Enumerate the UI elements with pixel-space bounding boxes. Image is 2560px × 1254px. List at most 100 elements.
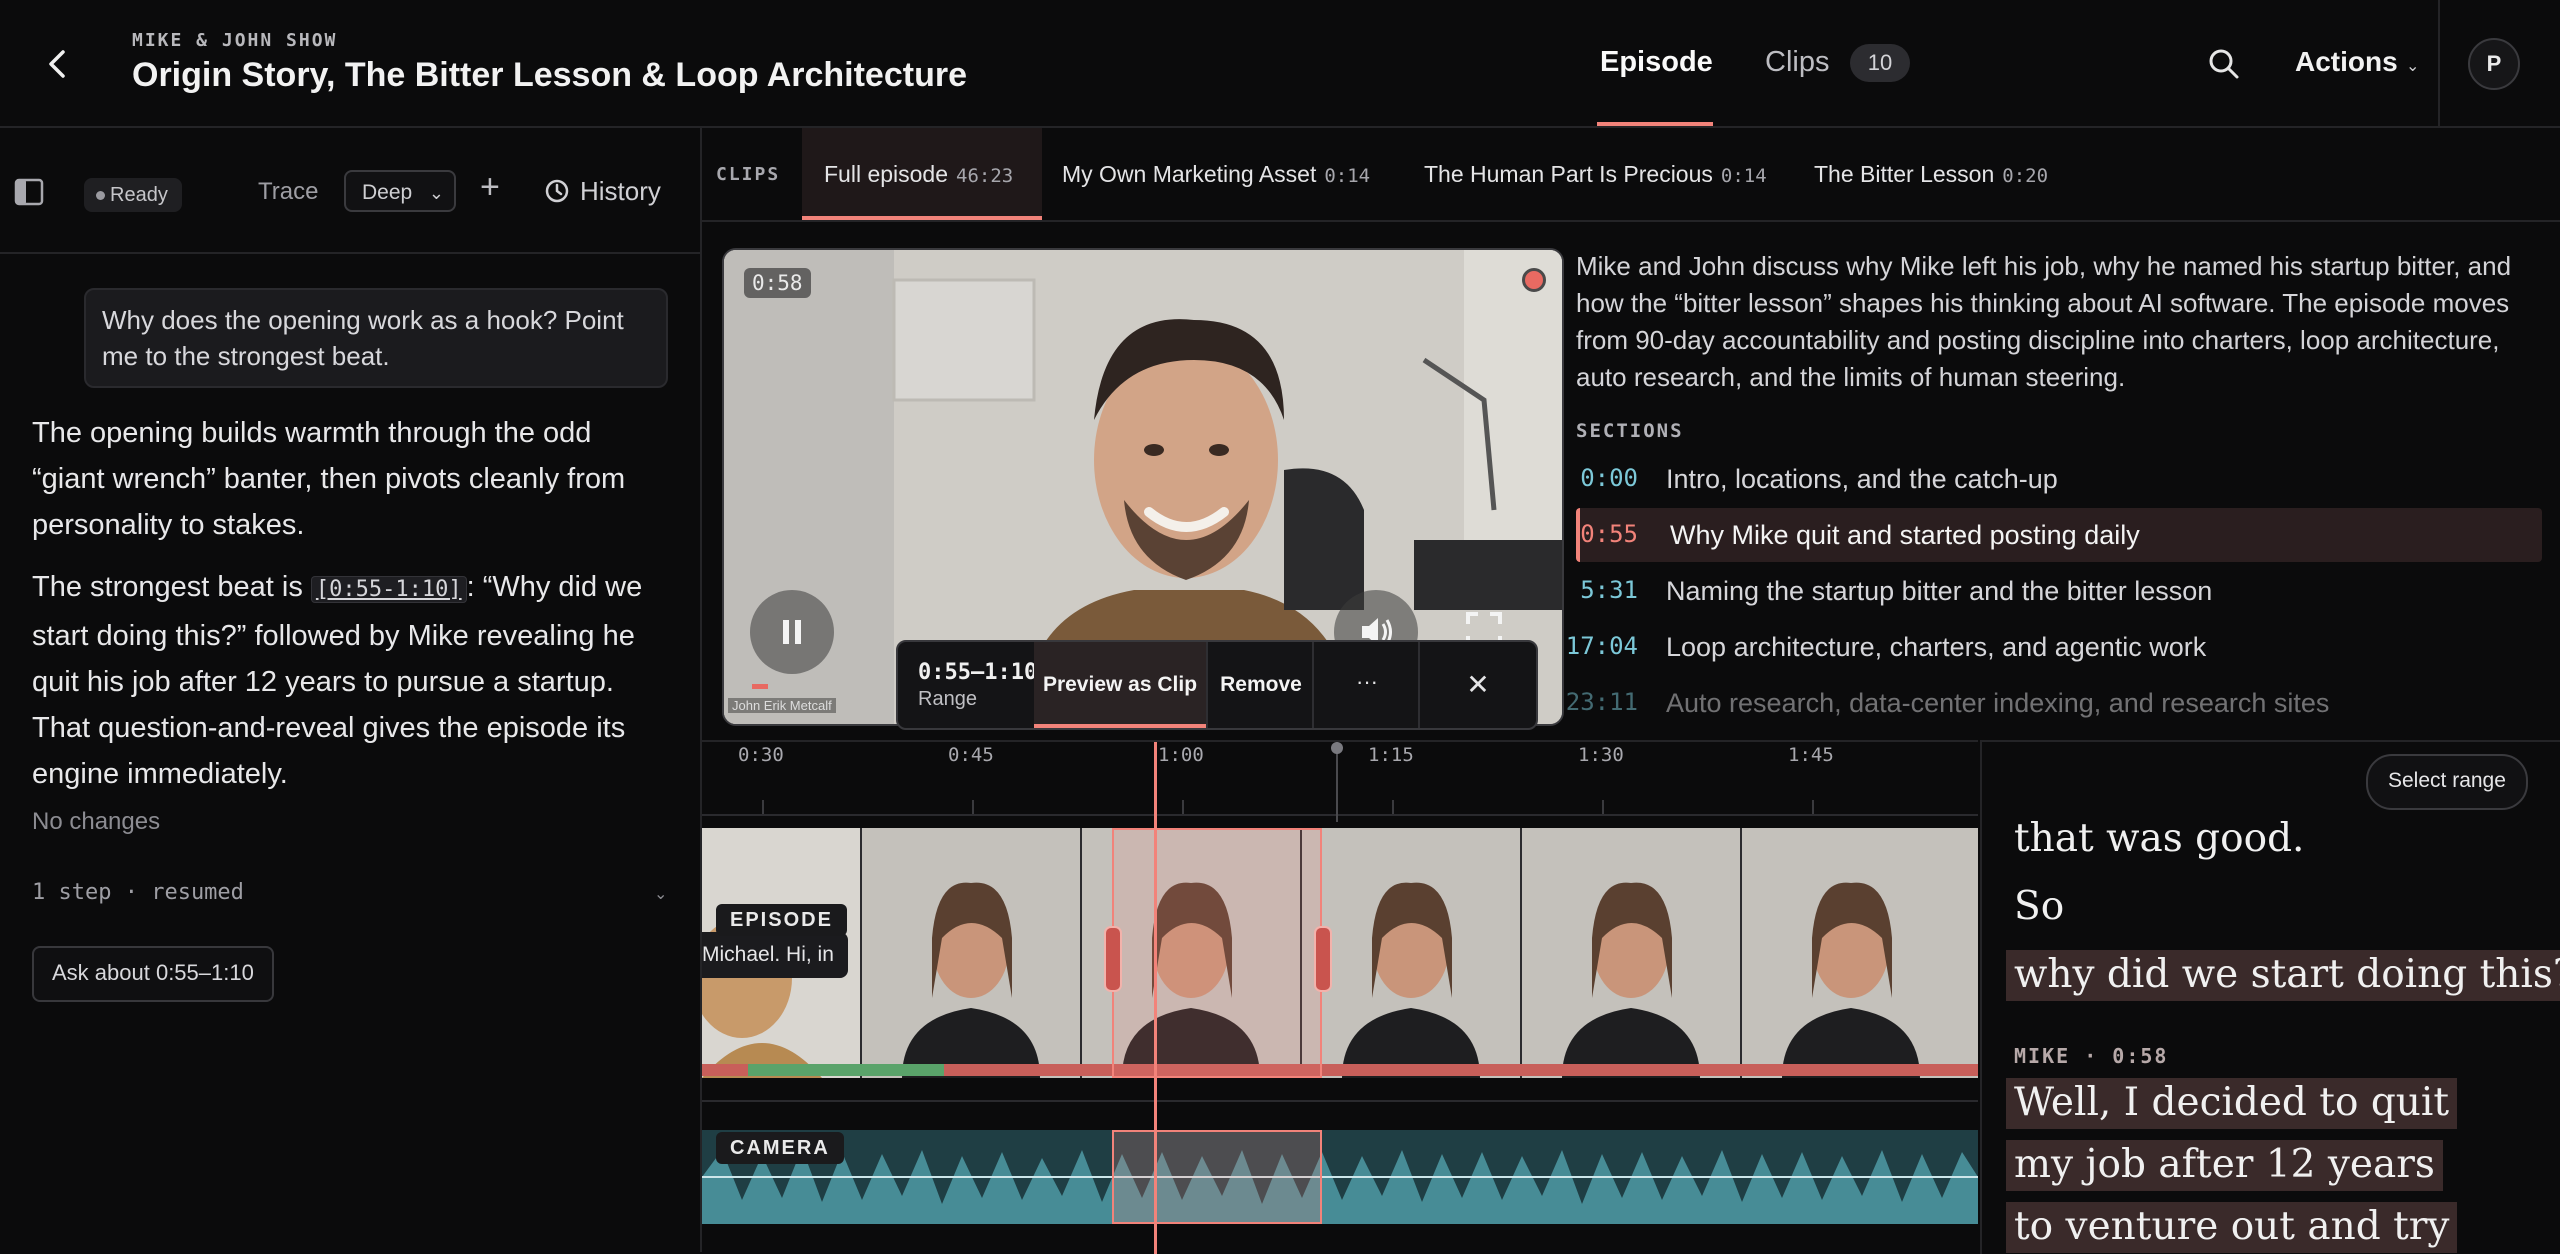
status-badge: Ready xyxy=(84,178,182,212)
sections-label: SECTIONS xyxy=(1576,420,1684,442)
section-row[interactable]: 17:04 Loop architecture, charters, and a… xyxy=(1566,620,2542,674)
camera-track-label: CAMERA xyxy=(716,1132,844,1164)
section-label: Why Mike quit and started posting daily xyxy=(1670,520,2140,550)
divider xyxy=(2438,0,2440,126)
timeline-ruler xyxy=(702,814,1978,816)
range-time: 0:55–1:10 xyxy=(918,660,1038,685)
status-dot xyxy=(96,191,105,200)
camera-name-label: John Erik Metcalf xyxy=(728,698,836,713)
episode-title: Origin Story, The Bitter Lesson & Loop A… xyxy=(132,56,967,94)
caption-snippet: Michael. Hi, in xyxy=(702,932,848,978)
clip-tab-name: The Human Part Is Precious xyxy=(1424,161,1713,187)
expand-steps-icon[interactable]: ⌄ xyxy=(654,884,667,904)
tick-label: 0:45 xyxy=(948,744,994,766)
status-text: Ready xyxy=(110,184,168,206)
new-thread-button[interactable]: + xyxy=(480,168,500,207)
timestamp-link[interactable]: [0:55-1:10] xyxy=(310,576,467,603)
show-name: MIKE & JOHN SHOW xyxy=(132,30,338,51)
episode-track[interactable]: Michael. Hi, in EPISODE xyxy=(702,828,1978,1078)
tick-label: 1:00 xyxy=(1158,744,1204,766)
plus-icon: + xyxy=(480,168,500,206)
close-popup-button[interactable]: ✕ xyxy=(1418,642,1536,728)
transcript-line[interactable]: that was good. xyxy=(2006,814,2312,865)
camera-track[interactable] xyxy=(702,1130,1978,1224)
search-icon xyxy=(2209,49,2239,79)
thumbnail-image xyxy=(862,828,1080,1078)
remove-range-button[interactable]: Remove xyxy=(1206,642,1314,728)
clip-tab[interactable]: The Bitter Lesson 0:20 xyxy=(1814,128,2048,220)
playhead[interactable] xyxy=(1154,742,1157,1254)
actions-menu-button[interactable]: Actions xyxy=(2295,46,2398,78)
section-label: Intro, locations, and the catch-up xyxy=(1666,464,2058,494)
chevron-down-icon: ⌄ xyxy=(2406,58,2420,75)
back-button[interactable] xyxy=(38,44,78,84)
section-row[interactable]: 23:11 Auto research, data-center indexin… xyxy=(1566,676,2542,730)
sidebar-toggle-button[interactable] xyxy=(14,178,44,206)
assistant-panel: Ready Trace Deep ⌄ + History Why does th… xyxy=(0,128,702,1252)
clip-tab-duration: 46:23 xyxy=(956,165,1014,187)
thumbnail-frame xyxy=(1522,828,1740,1078)
clip-tabs-bar: CLIPS Full episode 46:23 My Own Marketing… xyxy=(702,128,2560,222)
marker-icon[interactable] xyxy=(1331,742,1343,754)
transcript-line-highlighted[interactable]: why did we start doing this? xyxy=(2006,950,2560,1001)
history-label: History xyxy=(580,176,661,206)
clip-tab[interactable]: The Human Part Is Precious 0:14 xyxy=(1424,128,1767,220)
user-message: Why does the opening work as a hook? Poi… xyxy=(84,288,668,388)
section-row[interactable]: 0:00 Intro, locations, and the catch-up xyxy=(1576,452,2542,506)
speaker-bar-segment xyxy=(748,1064,944,1076)
range-start-handle[interactable] xyxy=(1104,926,1122,992)
tick-mark xyxy=(1392,800,1394,814)
selected-range[interactable] xyxy=(1112,828,1322,1078)
section-row-active[interactable]: 0:55 Why Mike quit and started posting d… xyxy=(1576,508,2542,562)
clip-tab-full-episode[interactable]: Full episode 46:23 xyxy=(802,128,1042,220)
section-label: Auto research, data-center indexing, and… xyxy=(1666,688,2330,718)
thumbnail-image xyxy=(1522,828,1740,1078)
trace-depth-select[interactable]: Deep ⌄ xyxy=(344,170,456,212)
trace-depth-value: Deep xyxy=(362,181,413,204)
user-avatar[interactable]: P xyxy=(2468,38,2520,90)
more-options-button[interactable]: ··· xyxy=(1312,642,1420,728)
transcript-line-highlighted[interactable]: Well, I decided to quit xyxy=(2006,1078,2458,1129)
clip-tab-name: The Bitter Lesson xyxy=(1814,161,1995,187)
active-tab-underline xyxy=(1597,122,1713,126)
tick-label: 0:30 xyxy=(738,744,784,766)
clip-tab-name: My Own Marketing Asset xyxy=(1062,161,1317,187)
tick-label: 1:15 xyxy=(1368,744,1414,766)
response-text: : “Why did we start doing this?” followe… xyxy=(32,571,643,790)
tab-clips[interactable]: Clips xyxy=(1765,46,1829,79)
timeline[interactable]: 0:30 0:45 1:00 1:15 1:30 1:45 Michael. H… xyxy=(702,740,1978,1254)
select-range-button[interactable]: Select range xyxy=(2366,754,2528,810)
section-label: Naming the startup bitter and the bitter… xyxy=(1666,576,2213,606)
episode-summary: Mike and John discuss why Mike left his … xyxy=(1576,251,2512,392)
range-end-handle[interactable] xyxy=(1314,926,1332,992)
clip-tab-duration: 0:14 xyxy=(1720,165,1767,187)
tick-mark xyxy=(1602,800,1604,814)
tick-label: 1:45 xyxy=(1788,744,1834,766)
range-popup: 0:55–1:10 Range Preview as Clip Remove ·… xyxy=(896,640,1538,730)
top-bar: MIKE & JOHN SHOW Origin Story, The Bitte… xyxy=(0,0,2560,128)
range-label: Range xyxy=(918,688,977,710)
ask-about-range-button[interactable]: Ask about 0:55–1:10 xyxy=(32,946,274,1002)
preview-as-clip-button[interactable]: Preview as Clip xyxy=(1034,642,1206,728)
thumbnail-frame xyxy=(1742,828,1978,1078)
section-time: 0:00 xyxy=(1580,464,1638,492)
video-timestamp: 0:58 xyxy=(744,268,811,298)
search-button[interactable] xyxy=(2204,44,2244,84)
section-time: 17:04 xyxy=(1565,632,1638,660)
clip-tab[interactable]: My Own Marketing Asset 0:14 xyxy=(1062,128,1370,220)
transcript-line-highlighted[interactable]: to venture out and try xyxy=(2006,1202,2458,1253)
transcript-line[interactable]: So xyxy=(2006,882,2072,933)
tab-episode[interactable]: Episode xyxy=(1600,46,1713,79)
selected-range-audio[interactable] xyxy=(1112,1130,1322,1224)
tick-mark xyxy=(1812,800,1814,814)
tick-mark xyxy=(1182,800,1184,814)
sidebar-icon xyxy=(14,178,44,206)
tick-mark xyxy=(762,800,764,814)
thumbnail-frame xyxy=(1302,828,1520,1078)
section-row[interactable]: 5:31 Naming the startup bitter and the b… xyxy=(1576,564,2542,618)
pause-button[interactable] xyxy=(750,590,834,674)
audio-waveform xyxy=(702,1130,1978,1224)
video-progress-fill xyxy=(752,684,768,689)
transcript-line-highlighted[interactable]: my job after 12 years xyxy=(2006,1140,2443,1191)
thumbnail-frame xyxy=(862,828,1080,1078)
